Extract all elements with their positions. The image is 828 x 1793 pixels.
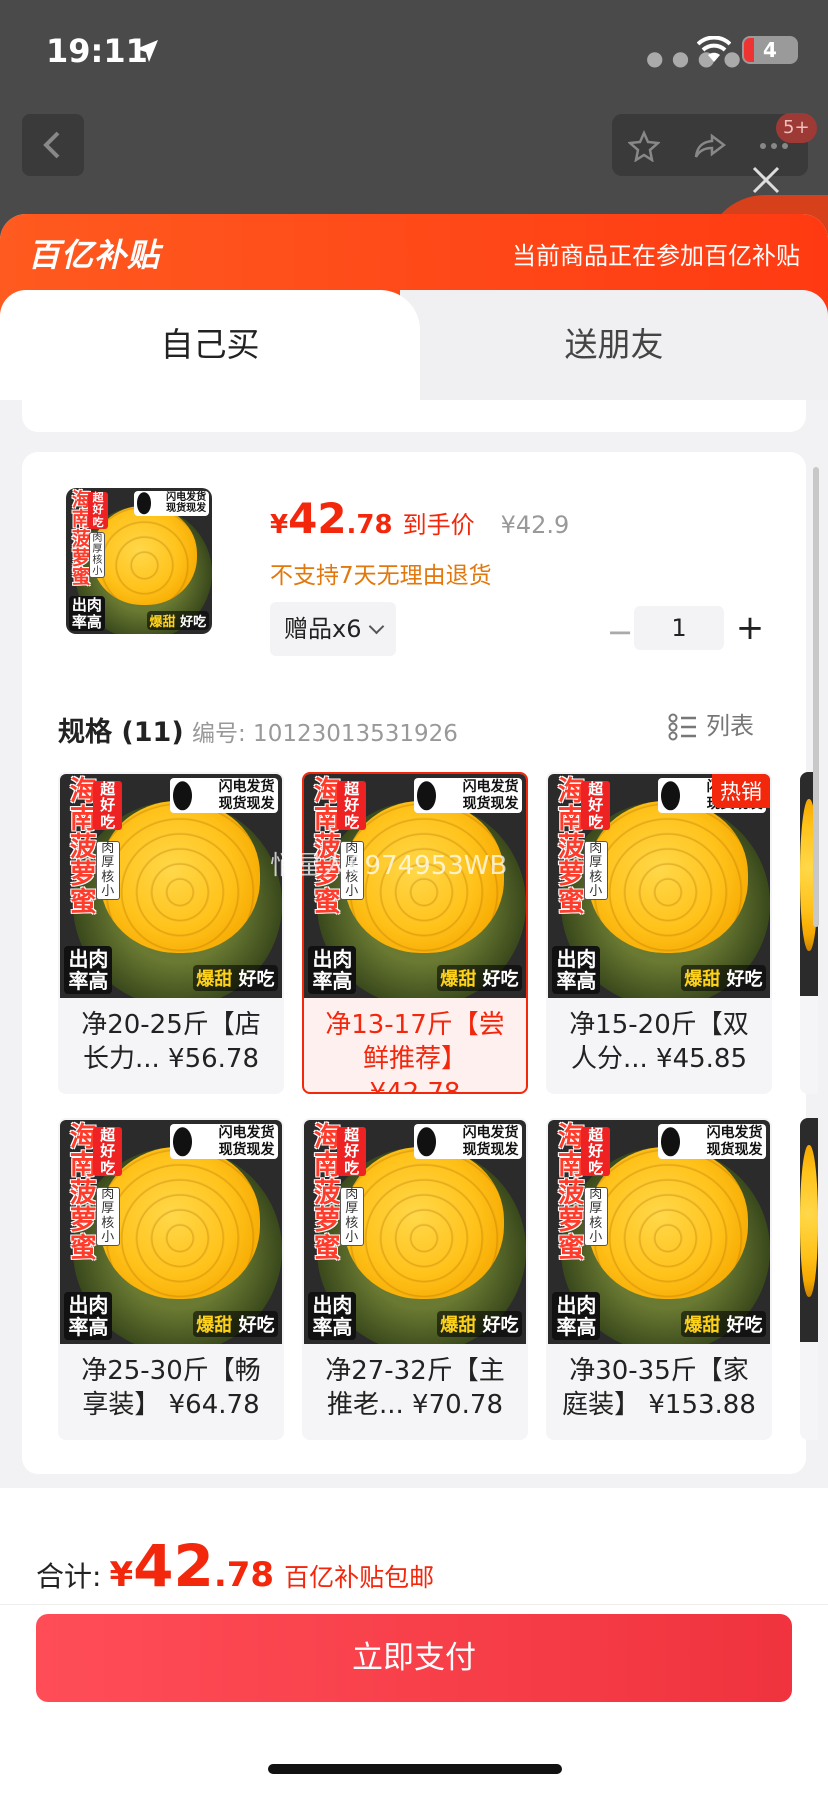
spec-option-label: 净15-20斤【双人分... ¥45.85: [569, 1010, 749, 1074]
spec-image: 海南菠萝蜜 超好吃 肉厚核小 闪电发货现货现发 出肉率高 爆甜 好吃: [548, 1120, 770, 1344]
lightning-icon: [416, 1126, 437, 1157]
list-view-toggle[interactable]: 列表: [668, 706, 754, 746]
spec-option[interactable]: 热销 海南菠萝蜜 超好吃 肉厚核小 闪电发货现货现发 出肉率高 爆甜 好吃 净1…: [546, 772, 772, 1094]
back-button[interactable]: [22, 114, 84, 176]
spec-option[interactable]: 海南 菠萝蜜 超好吃 肉厚核小 闪电发货 现货现发 出肉 率高 爆甜 好吃 净27-3…: [302, 1118, 528, 1440]
spec-option-label: 净30-35斤【家庭装】 ¥153.88: [562, 1356, 756, 1420]
spec-image: 海南菠萝蜜 超好吃 肉厚核小 闪电发货现货现发 出肉率高 爆甜 好吃: [304, 774, 526, 998]
price-row: ¥42.78 到手价 ¥42.9: [270, 494, 569, 544]
close-icon[interactable]: [748, 162, 784, 198]
tab-gift-friend[interactable]: 送朋友: [400, 290, 828, 400]
location-arrow-icon: [136, 40, 158, 62]
spec-option[interactable]: 海南 菠萝蜜 超好吃 肉厚核小 闪电发货 现货现发 出肉 率高 爆甜 好吃 净30-3…: [546, 1118, 772, 1440]
collapsed-section: [22, 400, 806, 432]
battery-indicator: 4: [742, 36, 798, 64]
final-price-label: 到手价: [402, 511, 475, 539]
list-icon: [668, 713, 696, 741]
lightning-icon: [416, 780, 437, 811]
divider: [0, 1604, 828, 1605]
star-icon[interactable]: [628, 130, 660, 162]
quantity-increase-button[interactable]: +: [730, 608, 770, 648]
chevron-left-icon: [43, 131, 60, 159]
product-image: 海南 菠萝蜜 超好吃 肉厚核小 闪电发货 现货现发 出肉 率高 爆甜 好吃: [66, 488, 212, 634]
spec-image: 海南菠萝蜜 超好吃 肉厚核小 闪电发货现货现发 出肉率高 爆甜 好吃: [60, 1120, 282, 1344]
spec-image: 海南菠萝蜜 超好吃 肉厚核小 闪电发货现货现发 出肉率高 爆甜 好吃: [60, 774, 282, 998]
lightning-icon: [660, 780, 681, 811]
wifi-icon: [697, 36, 731, 62]
shipping-note: 百亿补贴包邮: [284, 1563, 435, 1592]
subsidy-logo: 百亿补贴: [28, 236, 161, 274]
spec-option-label: 净25-30斤【畅享装】 ¥64.78: [81, 1356, 261, 1420]
product-code: 编号: 10123013531926: [192, 721, 458, 747]
subsidy-notice: 当前商品正在参加百亿补贴: [512, 242, 800, 270]
spec-option[interactable]: 海南 菠萝蜜 超好吃 肉厚核小 闪电发货 现货现发 出肉 率高 爆甜 好吃 净25-3…: [58, 1118, 284, 1440]
spec-option-label: 净20-25斤【店长力... ¥56.78: [81, 1010, 261, 1074]
gift-dropdown[interactable]: 赠品x6: [270, 602, 397, 656]
tab-self-buy[interactable]: 自己买: [0, 290, 420, 400]
total-decimal: .78: [213, 1555, 275, 1595]
scrollbar[interactable]: [813, 467, 819, 927]
spec-option[interactable]: 海南 菠萝蜜 超好吃 肉厚核小 闪电发货 现货现发 出肉 率高 爆甜 好吃 净13-1…: [302, 772, 528, 1094]
quantity-input[interactable]: 1: [634, 606, 724, 650]
spec-option-partial[interactable]: [800, 1118, 818, 1440]
lightning-icon: [136, 492, 151, 515]
return-policy: 不支持7天无理由退货: [270, 563, 492, 589]
spec-option-label: 净13-17斤【尝鲜推荐】 ¥42.78: [325, 1010, 505, 1094]
total-symbol: ¥: [109, 1555, 134, 1595]
lightning-icon: [172, 1126, 193, 1157]
home-indicator: [268, 1764, 562, 1774]
chevron-down-icon: [369, 618, 385, 635]
total-row: 合计: ¥42.78 百亿补贴包邮: [36, 1532, 434, 1600]
total-label: 合计:: [36, 1560, 102, 1593]
spec-title: 规格 (11): [58, 717, 184, 748]
status-time: 19:11: [46, 32, 148, 70]
spec-image: 海南菠萝蜜 超好吃 肉厚核小 闪电发货现货现发 出肉率高 爆甜 好吃: [304, 1120, 526, 1344]
purchase-tabs: 送朋友 自己买: [0, 290, 828, 400]
share-icon[interactable]: [694, 130, 726, 162]
lightning-icon: [172, 780, 193, 811]
product-card: 海南 菠萝蜜 超好吃 肉厚核小 闪电发货 现货现发 出肉 率高 爆甜 好吃 ¥42.7…: [22, 452, 818, 1474]
original-price: ¥42.9: [500, 511, 570, 539]
status-bar: 19:11 ● ● ● ● 4: [0, 0, 828, 100]
total-integer: 42: [133, 1532, 214, 1600]
hot-sale-badge: 热销: [712, 774, 770, 808]
checkout-footer: 合计: ¥42.78 百亿补贴包邮 立即支付: [0, 1488, 828, 1793]
price-decimal: .78: [346, 510, 393, 540]
spec-option[interactable]: 海南 菠萝蜜 超好吃 肉厚核小 闪电发货 现货现发 出肉 率高 爆甜 好吃 净20-2…: [58, 772, 284, 1094]
lightning-icon: [660, 1126, 681, 1157]
price-integer: 42: [288, 494, 347, 543]
watermark: 悄星人6974953WB: [270, 851, 508, 881]
pay-now-button[interactable]: 立即支付: [36, 1614, 792, 1702]
price-symbol: ¥: [270, 510, 289, 540]
message-count-badge: 5+: [776, 113, 817, 143]
spec-option-label: 净27-32斤【主推老... ¥70.78: [325, 1356, 505, 1420]
